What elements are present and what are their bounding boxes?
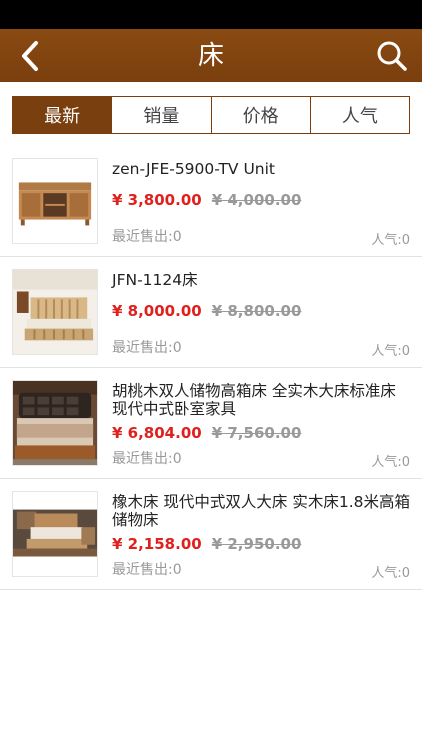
popularity: 人气:0 xyxy=(371,344,410,359)
product-name: zen-JFE-5900-TV Unit xyxy=(112,160,275,178)
product-image-tv-cabinet xyxy=(12,158,98,244)
product-image-leather-headboard-bed xyxy=(12,380,98,466)
price-row: ¥ 8,000.00 ¥ 8,800.00 xyxy=(112,302,301,320)
product-item[interactable]: zen-JFE-5900-TV Unit ¥ 3,800.00 ¥ 4,000.0… xyxy=(0,146,422,257)
current-price: ¥ 8,000.00 xyxy=(112,302,202,320)
search-button[interactable] xyxy=(374,38,410,74)
recent-sales: 最近售出:0 xyxy=(112,451,182,467)
product-item[interactable]: 橡木床 现代中式双人大床 实木床1.8米高箱储物床 ¥ 2,158.00 ¥ 2,… xyxy=(0,479,422,590)
tab-popularity[interactable]: 人气 xyxy=(309,97,409,133)
tab-newest[interactable]: 最新 xyxy=(13,97,112,133)
popularity: 人气:0 xyxy=(371,233,410,248)
status-bar xyxy=(0,0,422,29)
product-item[interactable]: JFN-1124床 ¥ 8,000.00 ¥ 8,800.00 最近售出:0 人气… xyxy=(0,257,422,368)
product-image-oak-bed xyxy=(12,491,98,577)
price-row: ¥ 6,804.00 ¥ 7,560.00 xyxy=(112,424,301,442)
sort-tabs: 最新 销量 价格 人气 xyxy=(12,96,410,134)
original-price: ¥ 8,800.00 xyxy=(211,302,302,320)
current-price: ¥ 3,800.00 xyxy=(112,191,202,209)
popularity: 人气:0 xyxy=(371,455,410,470)
price-row: ¥ 2,158.00 ¥ 2,950.00 xyxy=(112,535,301,553)
original-price: ¥ 7,560.00 xyxy=(211,424,302,442)
page-title: 床 xyxy=(197,41,224,71)
product-name: 胡桃木双人储物高箱床 全实木大床标准床 现代中式卧室家具 xyxy=(112,382,396,418)
price-row: ¥ 3,800.00 ¥ 4,000.00 xyxy=(112,191,301,209)
product-name: 橡木床 现代中式双人大床 实木床1.8米高箱储物床 xyxy=(112,493,411,529)
product-item[interactable]: 胡桃木双人储物高箱床 全实木大床标准床 现代中式卧室家具 ¥ 6,804.00 ¥… xyxy=(0,368,422,479)
popularity: 人气:0 xyxy=(371,566,410,581)
original-price: ¥ 2,950.00 xyxy=(211,535,302,553)
recent-sales: 最近售出:0 xyxy=(112,340,182,356)
original-price: ¥ 4,000.00 xyxy=(211,191,302,209)
recent-sales: 最近售出:0 xyxy=(112,229,182,245)
product-name: JFN-1124床 xyxy=(112,271,198,289)
search-icon xyxy=(377,41,407,71)
product-list: zen-JFE-5900-TV Unit ¥ 3,800.00 ¥ 4,000.0… xyxy=(0,146,422,590)
product-image-wooden-bed xyxy=(12,269,98,355)
nav-bar: 床 xyxy=(0,29,422,82)
current-price: ¥ 2,158.00 xyxy=(112,535,202,553)
tab-sales[interactable]: 销量 xyxy=(111,97,210,133)
tab-price[interactable]: 价格 xyxy=(210,97,310,133)
current-price: ¥ 6,804.00 xyxy=(112,424,202,442)
recent-sales: 最近售出:0 xyxy=(112,562,182,578)
